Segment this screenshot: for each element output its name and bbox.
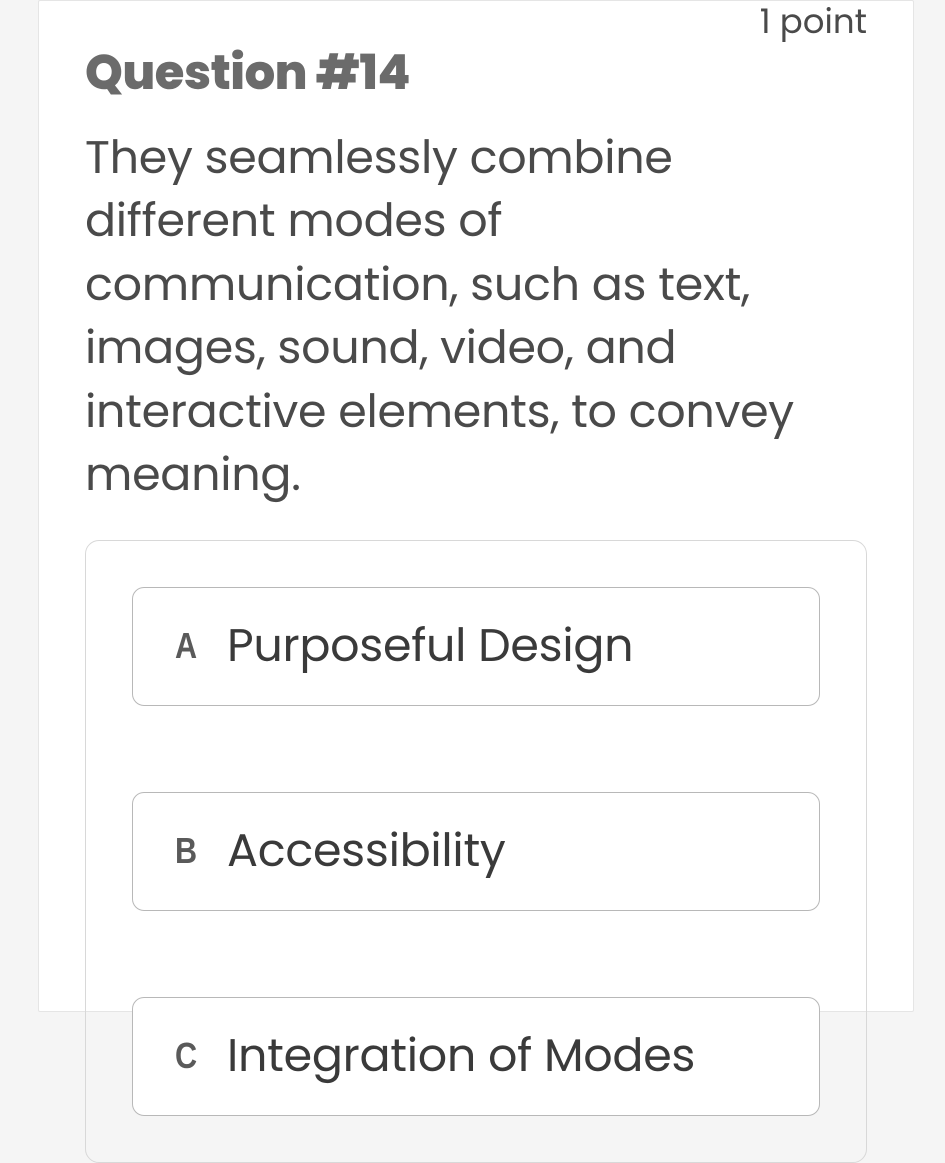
- option-text: Purposeful Design: [227, 612, 633, 681]
- option-c[interactable]: C Integration of Modes: [132, 997, 820, 1116]
- option-text: Integration of Modes: [227, 1022, 695, 1091]
- option-b[interactable]: B Accessibility: [132, 792, 820, 911]
- options-container: A Purposeful Design B Accessibility C In…: [85, 540, 867, 1163]
- option-a[interactable]: A Purposeful Design: [132, 587, 820, 706]
- points-label: 1 point: [760, 1, 867, 42]
- question-title: Question #14: [85, 37, 867, 109]
- option-letter: C: [175, 1035, 197, 1077]
- question-prompt: They seamlessly combine different modes …: [85, 127, 867, 508]
- option-text: Accessibility: [227, 817, 506, 886]
- option-letter: B: [175, 830, 197, 872]
- question-card: 1 point Question #14 They seamlessly com…: [38, 0, 914, 1012]
- page-wrapper: 1 point Question #14 They seamlessly com…: [0, 0, 945, 1012]
- option-letter: A: [175, 625, 197, 667]
